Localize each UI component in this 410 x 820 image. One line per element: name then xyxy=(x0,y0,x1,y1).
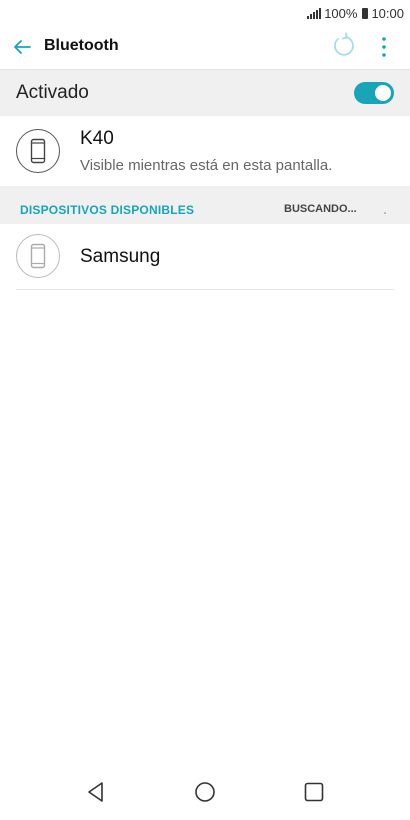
refresh-icon[interactable] xyxy=(330,32,358,60)
device-name: Samsung xyxy=(80,246,161,267)
back-arrow-icon[interactable] xyxy=(10,35,34,59)
section-title: DISPOSITIVOS DISPONIBLES xyxy=(20,203,195,217)
device-avatar xyxy=(16,234,60,278)
page-title: Bluetooth xyxy=(44,37,119,54)
progress-dot-icon xyxy=(384,212,386,214)
battery-icon xyxy=(362,7,369,19)
switch-knob xyxy=(375,85,391,101)
phone-icon xyxy=(30,243,46,269)
available-devices-header: DISPOSITIVOS DISPONIBLES BUSCANDO... xyxy=(0,186,410,224)
toggle-label: Activado xyxy=(16,82,89,103)
bluetooth-switch[interactable] xyxy=(354,82,394,104)
this-device-subtitle: Visible mientras está en esta pantalla. xyxy=(80,157,333,174)
nav-home-icon[interactable] xyxy=(193,780,217,804)
more-vert-icon[interactable] xyxy=(374,35,394,59)
app-bar: Bluetooth xyxy=(0,26,410,68)
nav-back-icon[interactable] xyxy=(84,780,108,804)
clock: 10:00 xyxy=(371,5,404,21)
bluetooth-toggle-row[interactable]: Activado xyxy=(0,69,410,116)
device-avatar xyxy=(16,129,60,173)
navigation-bar xyxy=(0,764,410,820)
nav-recents-icon[interactable] xyxy=(302,780,326,804)
status-bar: 100% 10:00 xyxy=(0,0,410,26)
this-device-name: K40 xyxy=(80,128,114,149)
this-device: K40 Visible mientras está en esta pantal… xyxy=(0,116,410,186)
phone-icon xyxy=(30,138,46,164)
list-item[interactable]: Samsung xyxy=(16,225,394,290)
scan-status: BUSCANDO... xyxy=(284,203,357,215)
battery-percent: 100% xyxy=(324,5,358,21)
signal-icon xyxy=(307,7,322,19)
